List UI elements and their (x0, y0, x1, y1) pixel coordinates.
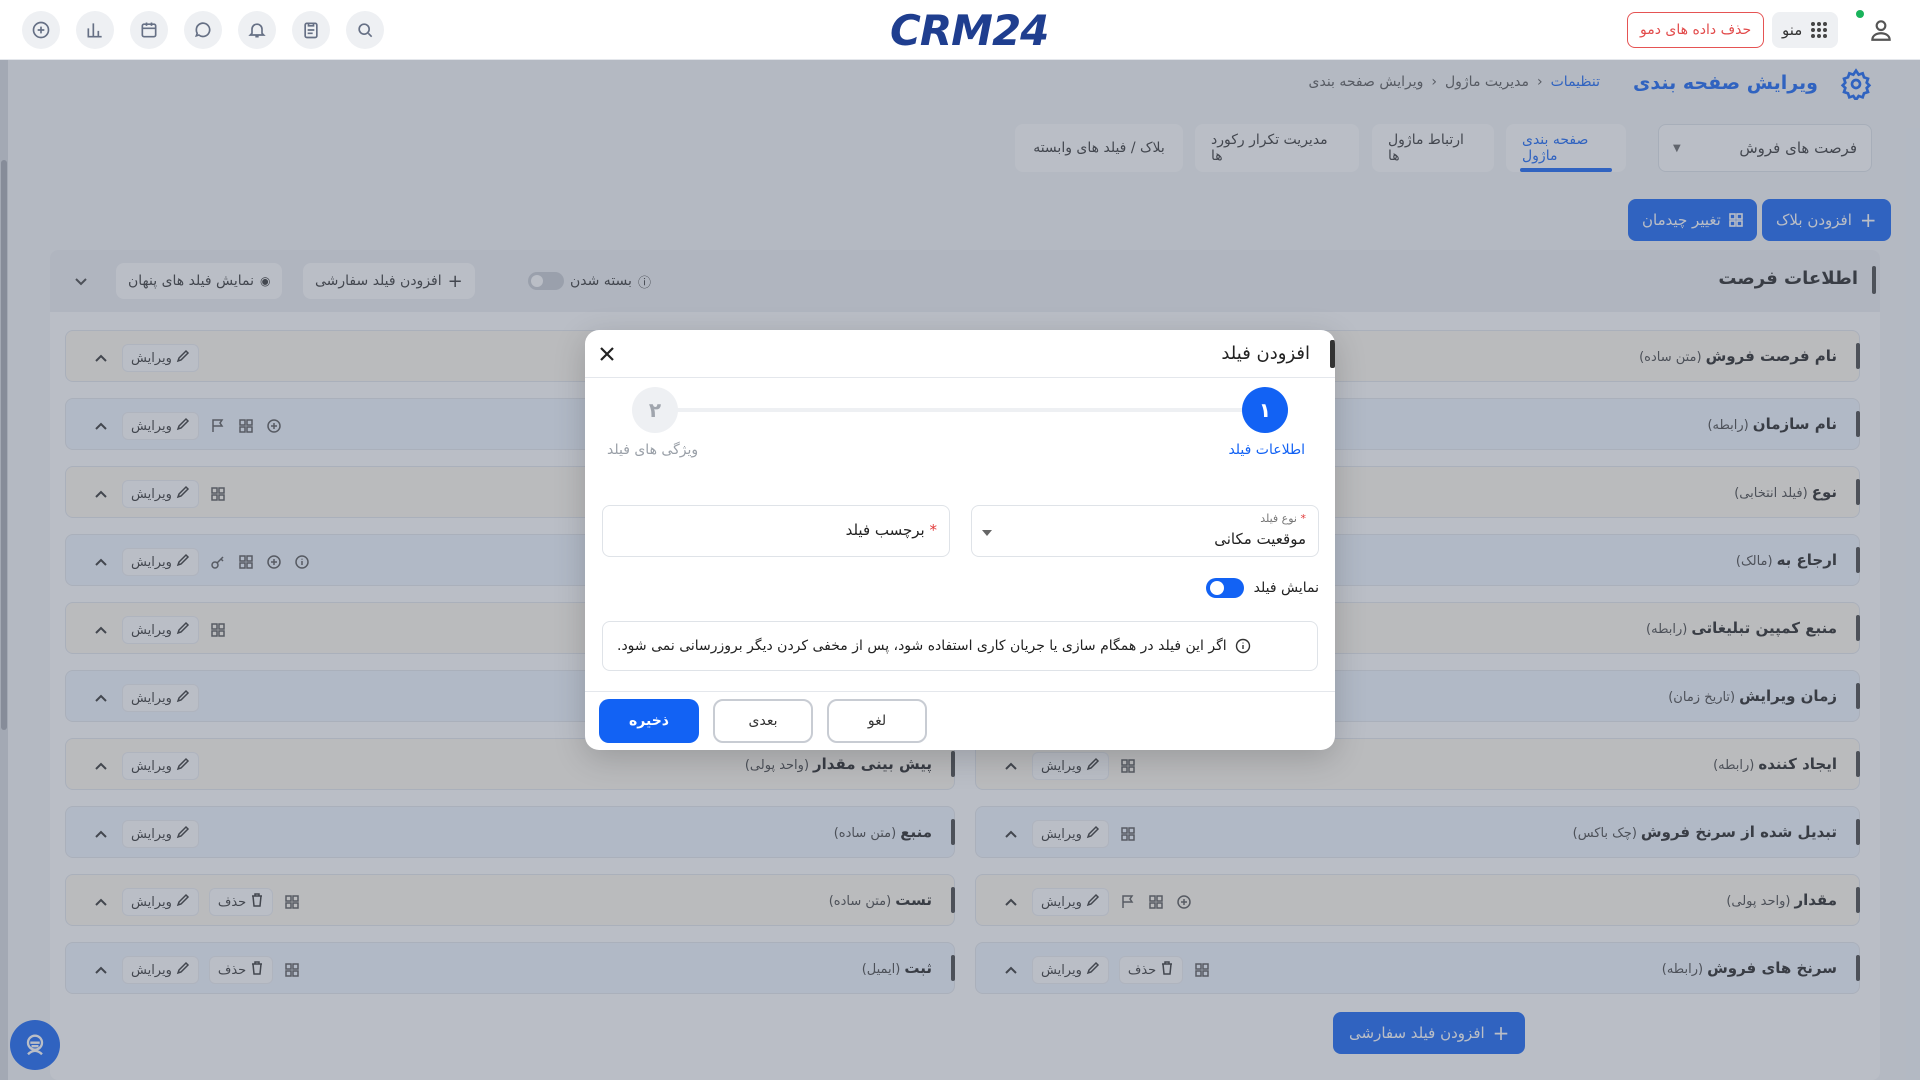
field-label-placeholder: برچسب فیلد * (846, 521, 937, 539)
notice-text: اگر این فیلد در همگام سازی یا جریان کاری… (617, 638, 1227, 654)
menu-label: منو (1782, 21, 1803, 39)
show-field-label: نمایش فیلد (1253, 580, 1319, 596)
step-1-label: اطلاعات فیلد (1228, 442, 1305, 458)
chat-icon[interactable] (184, 11, 222, 49)
field-type-value: موقعیت مکانی (1214, 530, 1306, 548)
chevron-down-icon (982, 530, 992, 536)
add-field-modal: افزودن فیلد ۱ ۲ اطلاعات فیلد ویژگی های ف… (585, 330, 1335, 750)
chart-icon[interactable] (76, 11, 114, 49)
step-2-indicator[interactable]: ۲ (632, 387, 678, 433)
field-label-text: برچسب فیلد (845, 521, 925, 539)
grid-menu-icon (1811, 22, 1828, 38)
required-mark: * (1300, 512, 1307, 525)
delete-demo-data-button[interactable]: حذف داده های دمو (1627, 12, 1765, 48)
show-field-switch[interactable] (1205, 578, 1244, 598)
search-icon[interactable] (346, 11, 384, 49)
title-accent-bar (1330, 340, 1335, 368)
show-field-toggle-row: نمایش فیلد (1205, 578, 1319, 598)
close-icon[interactable] (595, 342, 619, 366)
footer-divider (585, 691, 1335, 692)
save-button[interactable]: ذخیره (599, 699, 699, 743)
menu-button[interactable]: منو (1772, 12, 1839, 48)
step-1-indicator[interactable]: ۱ (1242, 387, 1288, 433)
next-button[interactable]: بعدی (713, 699, 813, 743)
bell-icon[interactable] (238, 11, 276, 49)
user-icon[interactable] (1862, 11, 1900, 49)
cancel-button[interactable]: لغو (827, 699, 927, 743)
hidden-field-notice: اگر این فیلد در همگام سازی یا جریان کاری… (602, 621, 1318, 671)
logo[interactable]: CRM24 (890, 6, 1049, 55)
modal-title: افزودن فیلد (1221, 343, 1310, 364)
modal-header: افزودن فیلد (585, 330, 1335, 378)
calendar-icon[interactable] (130, 11, 168, 49)
stepper-track (655, 408, 1265, 412)
field-type-label: نوع فیلد * (1260, 512, 1306, 525)
field-type-select[interactable]: نوع فیلد * موقعیت مکانی (971, 505, 1319, 557)
info-icon (1235, 638, 1251, 654)
step-2-label: ویژگی های فیلد (607, 442, 699, 458)
field-type-label-text: نوع فیلد (1260, 512, 1297, 525)
field-label-input[interactable]: برچسب فیلد * (602, 505, 950, 557)
required-mark: * (929, 521, 938, 539)
top-bar: CRM24 حذف داده های دمو منو (0, 0, 1920, 60)
clipboard-icon[interactable] (292, 11, 330, 49)
plus-circle-icon[interactable] (22, 11, 60, 49)
